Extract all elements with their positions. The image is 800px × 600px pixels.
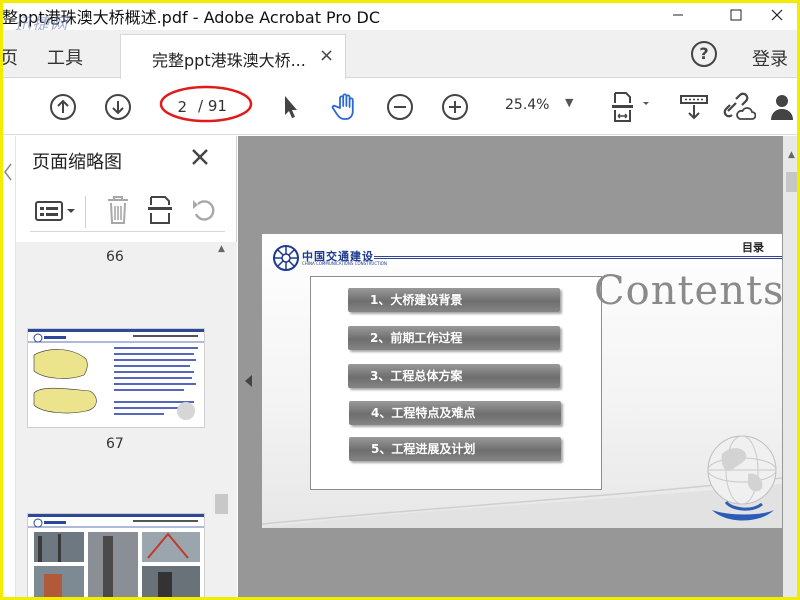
user-add-icon bbox=[771, 95, 793, 120]
scroll-mode-icon bbox=[680, 95, 708, 120]
rotate-page-icon bbox=[193, 200, 215, 221]
menu-item: 1、大桥建设背景 bbox=[348, 288, 560, 312]
tab-tools[interactable]: 工具 bbox=[47, 44, 83, 70]
zoom-dropdown[interactable]: 25.4% ▼ bbox=[495, 92, 583, 118]
hand-tool-icon bbox=[331, 93, 354, 120]
menu-item: 5、工程进展及计划 bbox=[349, 437, 561, 461]
thumbnail-page[interactable] bbox=[28, 329, 204, 427]
share-user-button[interactable] bbox=[768, 89, 800, 125]
contents-heading: Contents bbox=[594, 268, 782, 314]
globe-graphic bbox=[707, 435, 777, 521]
pdf-page: 中国交通建设 CHINA COMMUNICATIONS CONSTRUCTION… bbox=[262, 234, 782, 528]
scrollbar-thumb[interactable] bbox=[786, 172, 797, 192]
collapse-panel-icon[interactable] bbox=[244, 374, 254, 392]
maximize-button[interactable] bbox=[713, 0, 759, 30]
thumbnail-options-icon bbox=[35, 201, 75, 221]
title-bar: 整ppt港珠澳大桥概述.pdf - Adobe Acrobat Pro DC 迅… bbox=[0, 0, 800, 35]
page-down-button[interactable] bbox=[100, 89, 136, 125]
page-up-icon bbox=[50, 94, 76, 120]
panel-title: 页面缩略图 bbox=[32, 152, 122, 173]
company-logo bbox=[273, 245, 299, 271]
select-tool-button[interactable] bbox=[272, 89, 308, 125]
rotate-page-button[interactable] bbox=[190, 196, 218, 228]
chevron-left-icon bbox=[4, 163, 12, 181]
thumbnail-scrollbar[interactable]: ▲ bbox=[213, 242, 230, 600]
cloud-link-icon bbox=[723, 92, 756, 120]
zoom-in-icon bbox=[442, 94, 468, 120]
tab-home[interactable]: 页 bbox=[0, 44, 18, 70]
minimize-icon bbox=[673, 14, 683, 16]
thumbnail-options-button[interactable] bbox=[34, 198, 78, 224]
tab-document[interactable]: 完整ppt港珠澳大桥... × bbox=[120, 34, 346, 79]
close-icon bbox=[771, 9, 783, 21]
scroll-mode-button[interactable] bbox=[676, 89, 712, 125]
share-link-button[interactable] bbox=[719, 89, 759, 125]
thumbnail-image bbox=[28, 514, 204, 600]
fit-page-button[interactable] bbox=[606, 89, 656, 125]
tab-close-button[interactable]: × bbox=[319, 45, 334, 66]
zoom-out-icon bbox=[387, 94, 413, 120]
minimize-button[interactable] bbox=[655, 0, 701, 30]
page-up-button[interactable] bbox=[45, 89, 81, 125]
document-view[interactable]: 中国交通建设 CHINA COMMUNICATIONS CONSTRUCTION… bbox=[238, 136, 800, 600]
help-icon[interactable]: ? bbox=[691, 41, 717, 67]
menu-item: 2、前期工作过程 bbox=[348, 326, 560, 350]
chevron-down-icon: ▼ bbox=[565, 96, 574, 109]
menu-item: 4、工程特点及难点 bbox=[349, 401, 561, 425]
side-panel-strip[interactable] bbox=[0, 136, 16, 600]
menu-item: 3、工程总体方案 bbox=[348, 364, 560, 388]
tab-document-label: 完整ppt港珠澳大桥... bbox=[152, 51, 306, 70]
close-icon bbox=[192, 149, 208, 165]
toolbar: / 91 25.4% ▼ bbox=[0, 79, 800, 135]
header-rule bbox=[374, 256, 782, 259]
thumbnail-image bbox=[28, 329, 204, 427]
insert-page-button[interactable] bbox=[147, 194, 175, 230]
zoom-value: 25.4% bbox=[505, 97, 550, 113]
section-label: 目录 bbox=[742, 241, 764, 254]
insert-page-icon bbox=[148, 196, 172, 224]
maximize-icon bbox=[730, 9, 742, 21]
tab-bar: 页 工具 完整ppt港珠澳大桥... × ? 登录 bbox=[0, 30, 800, 79]
zoom-in-button[interactable] bbox=[437, 89, 473, 125]
thumbnail-page-number: 67 bbox=[106, 436, 124, 452]
delete-page-icon bbox=[108, 196, 128, 224]
panel-close-button[interactable] bbox=[191, 144, 209, 172]
page-down-icon bbox=[105, 94, 131, 120]
logo-text-en: CHINA COMMUNICATIONS CONSTRUCTION bbox=[302, 261, 387, 266]
scrollbar-thumb[interactable] bbox=[215, 494, 228, 514]
panel-toolbar bbox=[30, 192, 225, 232]
zoom-out-button[interactable] bbox=[382, 89, 418, 125]
annotation-oval bbox=[159, 85, 253, 123]
document-scrollbar[interactable]: ▲ bbox=[783, 136, 800, 600]
page-thumbnails-panel: 页面缩略图 66 67 ▲ bbox=[16, 136, 237, 600]
scroll-up-icon[interactable]: ▲ bbox=[213, 244, 230, 258]
thumbnail-list: 66 67 ▲ bbox=[16, 242, 237, 600]
fit-page-icon bbox=[612, 92, 649, 122]
login-button[interactable]: 登录 bbox=[752, 45, 788, 71]
hand-tool-button[interactable] bbox=[327, 89, 363, 125]
delete-page-button[interactable] bbox=[105, 194, 131, 230]
scroll-up-icon[interactable]: ▲ bbox=[783, 150, 800, 160]
thumbnail-page[interactable] bbox=[28, 514, 204, 600]
window-close-button[interactable] bbox=[754, 0, 800, 30]
divider bbox=[85, 196, 86, 228]
thumbnail-page-number: 66 bbox=[106, 249, 124, 265]
select-cursor-icon bbox=[285, 96, 297, 118]
